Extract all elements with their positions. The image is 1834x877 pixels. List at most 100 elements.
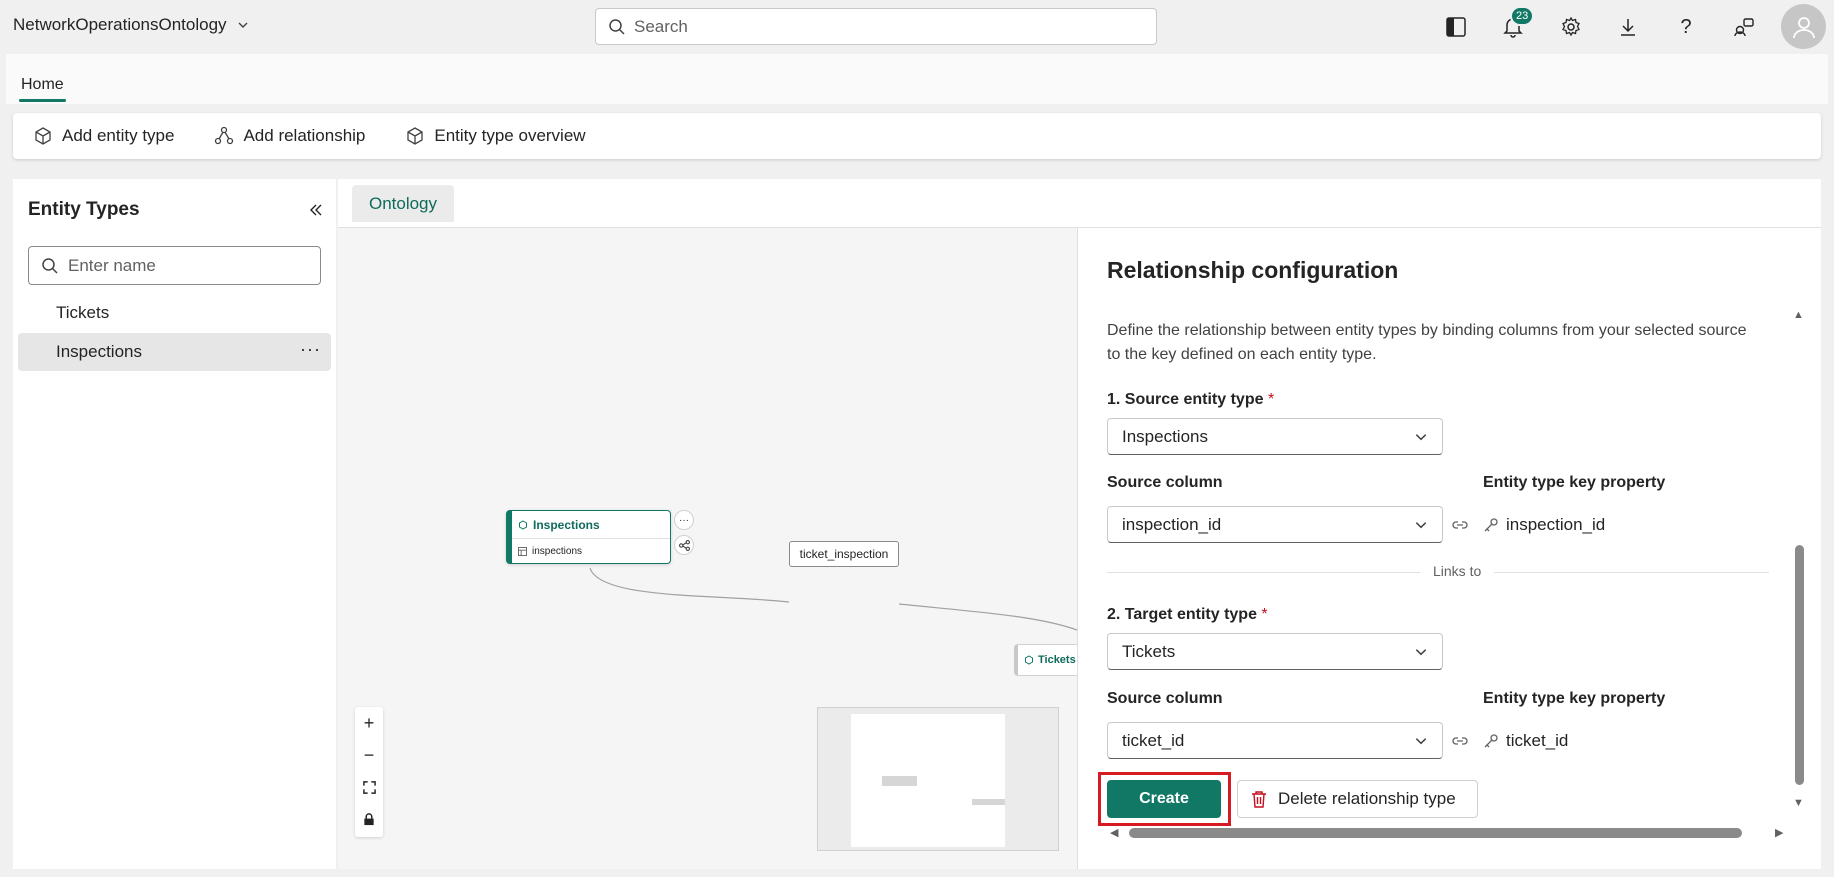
chevron-down-icon bbox=[1415, 648, 1427, 655]
dropdown-value: Tickets bbox=[1122, 641, 1176, 661]
search-icon bbox=[609, 18, 625, 35]
link-icon bbox=[1451, 516, 1469, 534]
zoom-out-button[interactable]: − bbox=[355, 739, 383, 771]
zoom-controls: + − bbox=[355, 707, 383, 837]
notifications-badge: 23 bbox=[1510, 6, 1535, 26]
node-title: Tickets bbox=[1038, 654, 1076, 666]
cube-icon bbox=[35, 127, 51, 145]
scroll-left-icon[interactable]: ◀ bbox=[1110, 826, 1118, 839]
dropdown-value: ticket_id bbox=[1122, 730, 1185, 750]
label-text: 1. Source entity type bbox=[1107, 391, 1264, 408]
user-icon bbox=[1792, 16, 1815, 38]
target-entity-type-dropdown[interactable]: Tickets bbox=[1107, 633, 1443, 670]
ontology-workspace: Ontology Inspections inspections ··· tic… bbox=[338, 179, 1821, 869]
target-entity-type-label: 2. Target entity type * bbox=[1107, 606, 1268, 624]
key-icon bbox=[1484, 734, 1498, 748]
global-search[interactable] bbox=[595, 8, 1157, 45]
user-avatar[interactable] bbox=[1781, 4, 1826, 49]
share-feedback-icon[interactable] bbox=[1729, 12, 1759, 42]
panel-toggle-icon[interactable] bbox=[1441, 12, 1471, 42]
entity-search-box[interactable] bbox=[28, 246, 321, 285]
target-source-column-dropdown[interactable]: ticket_id bbox=[1107, 722, 1443, 759]
minimap-viewport bbox=[851, 714, 1005, 847]
scroll-down-icon[interactable]: ▼ bbox=[1793, 797, 1804, 809]
download-icon[interactable] bbox=[1613, 12, 1643, 42]
collapse-panel-icon[interactable] bbox=[303, 197, 329, 223]
panel-title: Relationship configuration bbox=[1107, 257, 1399, 283]
sidebar-item-inspections[interactable]: Inspections ··· bbox=[18, 333, 331, 371]
dropdown-value: inspection_id bbox=[1122, 514, 1222, 534]
workspace-selector[interactable]: NetworkOperationsOntology bbox=[13, 15, 249, 35]
lock-button[interactable] bbox=[355, 803, 383, 835]
link-icon bbox=[1451, 732, 1469, 750]
cube-icon bbox=[407, 127, 424, 145]
target-source-column-label: Source column bbox=[1107, 690, 1223, 707]
cube-icon bbox=[1025, 655, 1033, 665]
tab-home[interactable]: Home bbox=[19, 76, 66, 102]
source-column-dropdown[interactable]: inspection_id bbox=[1107, 506, 1443, 543]
ribbon-toolbar: Add entity type Add relationship Entity … bbox=[13, 113, 1821, 159]
node-source: inspections bbox=[512, 539, 670, 563]
entity-node-tickets[interactable]: Tickets bbox=[1014, 644, 1077, 676]
sidebar-item-label: Inspections bbox=[56, 342, 142, 361]
tab-ontology[interactable]: Ontology bbox=[352, 185, 454, 222]
required-marker: * bbox=[1267, 391, 1275, 408]
add-entity-type-label: Add entity type bbox=[62, 126, 175, 145]
target-key-property-label: Entity type key property bbox=[1483, 690, 1666, 707]
more-options-icon[interactable]: ··· bbox=[300, 340, 321, 358]
workspace-title: NetworkOperationsOntology bbox=[13, 15, 227, 34]
entity-type-overview-label: Entity type overview bbox=[434, 126, 586, 145]
lock-icon bbox=[364, 812, 374, 825]
cube-icon bbox=[519, 519, 527, 530]
chevron-down-icon bbox=[1415, 521, 1427, 528]
help-icon[interactable]: ? bbox=[1671, 12, 1701, 42]
ribbon-tabs: Home bbox=[6, 54, 1828, 104]
create-button[interactable]: Create bbox=[1107, 780, 1221, 818]
entity-types-panel: Entity Types Tickets Inspections ··· bbox=[13, 179, 336, 869]
table-icon bbox=[518, 546, 527, 556]
sidebar-item-label: Tickets bbox=[56, 303, 110, 322]
chevron-down-icon bbox=[1415, 737, 1427, 744]
ontology-tab-bar: Ontology bbox=[338, 179, 1821, 228]
chevron-down-icon bbox=[1415, 433, 1427, 440]
minimap[interactable] bbox=[817, 707, 1059, 851]
key-property-value: inspection_id bbox=[1506, 515, 1606, 534]
entity-node-inspections[interactable]: Inspections inspections bbox=[506, 510, 671, 564]
search-input[interactable] bbox=[634, 16, 1134, 37]
horizontal-scrollbar[interactable]: ◀ ▶ bbox=[1107, 826, 1791, 840]
source-entity-type-dropdown[interactable]: Inspections bbox=[1107, 418, 1443, 455]
scrollbar-thumb[interactable] bbox=[1795, 545, 1804, 785]
panel-description: Define the relationship between entity t… bbox=[1107, 322, 1747, 363]
node-more-options-icon[interactable]: ··· bbox=[674, 510, 694, 530]
key-icon bbox=[1484, 518, 1498, 532]
node-relationship-icon[interactable] bbox=[674, 535, 694, 555]
source-entity-type-label: 1. Source entity type * bbox=[1107, 391, 1274, 409]
vertical-scrollbar[interactable]: ▲ ▼ bbox=[1792, 309, 1806, 809]
scroll-right-icon[interactable]: ▶ bbox=[1775, 826, 1783, 839]
relationship-icon bbox=[215, 126, 234, 145]
scroll-up-icon[interactable]: ▲ bbox=[1793, 309, 1804, 321]
entity-search-input[interactable] bbox=[68, 255, 308, 276]
key-property-value: ticket_id bbox=[1506, 731, 1569, 750]
relationship-config-panel: Relationship configuration Define the re… bbox=[1077, 228, 1821, 869]
ontology-canvas[interactable]: Inspections inspections ··· ticket_inspe… bbox=[338, 228, 1077, 869]
top-bar: NetworkOperationsOntology 23 ? bbox=[0, 0, 1834, 54]
add-relationship-label: Add relationship bbox=[243, 126, 366, 145]
add-relationship-button[interactable]: Add relationship bbox=[214, 126, 365, 146]
add-entity-type-button[interactable]: Add entity type bbox=[33, 126, 174, 146]
scrollbar-thumb[interactable] bbox=[1129, 828, 1742, 838]
target-key-property: ticket_id bbox=[1483, 731, 1568, 751]
chevron-down-icon bbox=[238, 22, 248, 28]
label-text: 2. Target entity type bbox=[1107, 606, 1257, 623]
dropdown-value: Inspections bbox=[1122, 426, 1208, 446]
delete-label: Delete relationship type bbox=[1278, 789, 1456, 808]
entity-type-overview-button[interactable]: Entity type overview bbox=[405, 126, 586, 146]
fit-view-button[interactable] bbox=[355, 771, 383, 803]
entity-type-key-property-label: Entity type key property bbox=[1483, 474, 1666, 491]
settings-gear-icon[interactable] bbox=[1556, 12, 1586, 42]
sidebar-item-tickets[interactable]: Tickets bbox=[18, 294, 331, 332]
relationship-label[interactable]: ticket_inspection bbox=[789, 541, 899, 567]
links-to-label: Links to bbox=[1420, 563, 1495, 579]
delete-relationship-type-button[interactable]: Delete relationship type bbox=[1237, 780, 1478, 818]
zoom-in-button[interactable]: + bbox=[355, 707, 383, 739]
